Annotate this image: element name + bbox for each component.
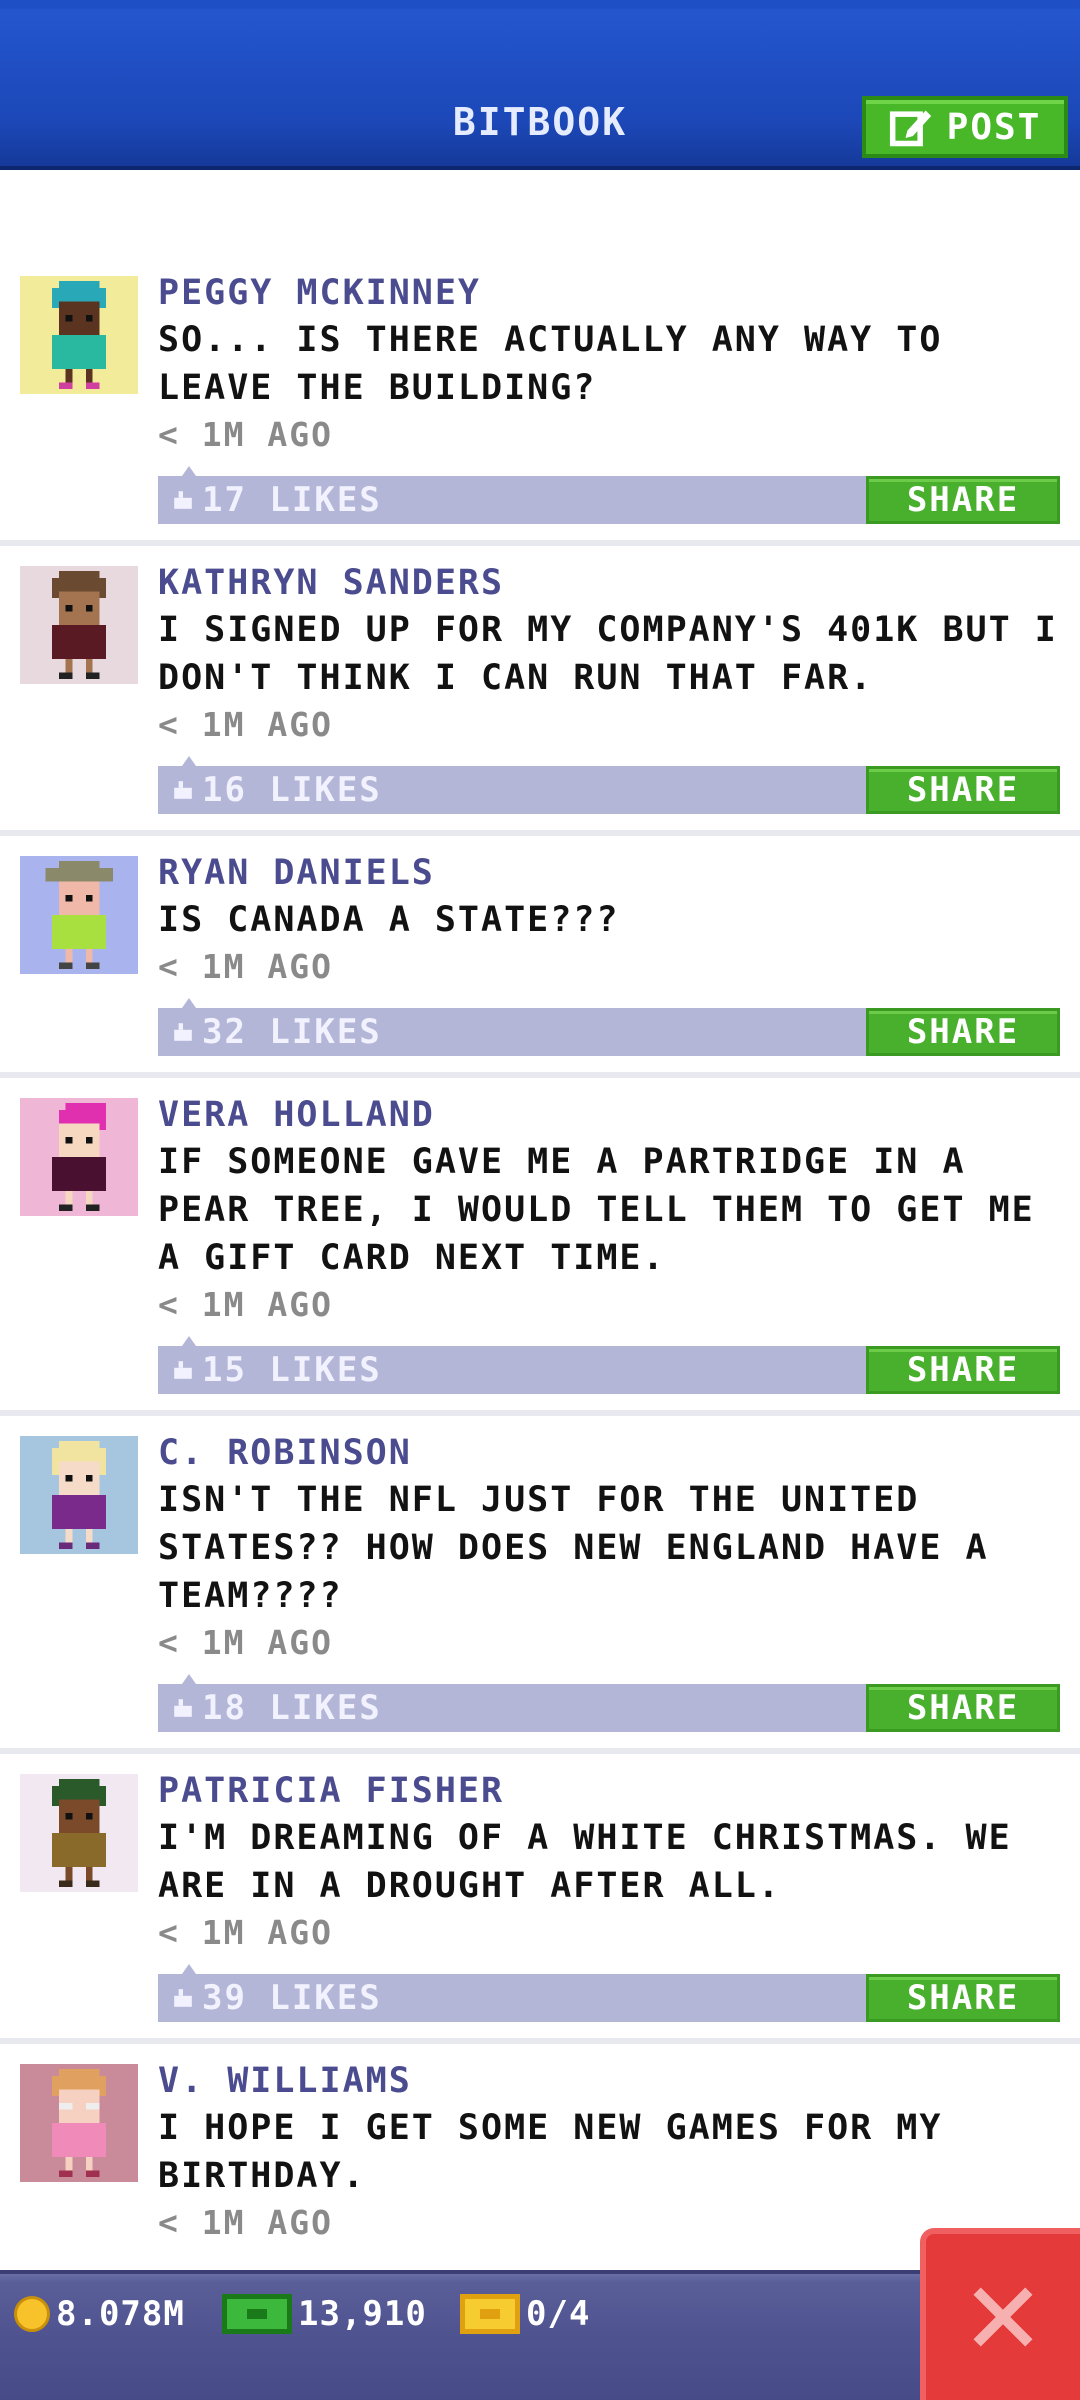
likes-count-wrap: 18 LIKES xyxy=(172,1688,382,1728)
post-content: PATRICIA FISHER I'M DREAMING OF A WHITE … xyxy=(158,1754,1080,2022)
status-bar: 8.078M 13,910 0/4 xyxy=(0,2270,1080,2400)
like-bar[interactable]: 39 LIKES SHARE xyxy=(158,1974,1060,2022)
post-time: < 1M AGO xyxy=(158,1623,333,1662)
share-button[interactable]: SHARE xyxy=(866,1346,1060,1394)
avatar xyxy=(20,856,138,974)
like-bar[interactable]: 16 LIKES SHARE xyxy=(158,766,1060,814)
post-content: RYAN DANIELS IS CANADA A STATE??? < 1M A… xyxy=(158,836,1080,1056)
post-author[interactable]: C. ROBINSON xyxy=(158,1430,1068,1476)
coin-icon xyxy=(14,2296,50,2332)
likes-count: 16 LIKES xyxy=(202,770,382,810)
like-bar[interactable]: 17 LIKES SHARE xyxy=(158,476,1060,524)
likes-count-wrap: 17 LIKES xyxy=(172,480,382,520)
post-author[interactable]: PEGGY MCKINNEY xyxy=(158,270,1068,316)
share-button[interactable]: SHARE xyxy=(866,766,1060,814)
like-bar[interactable]: 32 LIKES SHARE xyxy=(158,1008,1060,1056)
like-bar[interactable]: 18 LIKES SHARE xyxy=(158,1684,1060,1732)
post-time: < 1M AGO xyxy=(158,947,333,986)
like-bar[interactable]: 15 LIKES SHARE xyxy=(158,1346,1060,1394)
post-message: IS CANADA A STATE??? xyxy=(158,900,620,940)
post-author[interactable]: V. WILLIAMS xyxy=(158,2058,1068,2104)
likes-count: 15 LIKES xyxy=(202,1350,382,1390)
likes-count: 17 LIKES xyxy=(202,480,382,520)
close-button[interactable] xyxy=(920,2228,1080,2400)
thumbs-up-icon xyxy=(174,781,192,799)
feed: PEGGY MCKINNEY SO... IS THERE ACTUALLY A… xyxy=(0,256,1080,2246)
post-message: ISN'T THE NFL JUST FOR THE UNITED STATES… xyxy=(158,1480,989,1616)
likes-count-wrap: 16 LIKES xyxy=(172,770,382,810)
avatar xyxy=(20,2064,138,2182)
coins-value: 8.078M xyxy=(56,2294,185,2334)
feed-post: V. WILLIAMS I HOPE I GET SOME NEW GAMES … xyxy=(0,2044,1080,2246)
share-button[interactable]: SHARE xyxy=(866,1684,1060,1732)
post-message: I SIGNED UP FOR MY COMPANY'S 401K BUT I … xyxy=(158,610,1058,698)
likes-count: 32 LIKES xyxy=(202,1012,382,1052)
post-content: V. WILLIAMS I HOPE I GET SOME NEW GAMES … xyxy=(158,2044,1080,2246)
post-author[interactable]: KATHRYN SANDERS xyxy=(158,560,1068,606)
edit-icon xyxy=(889,110,931,147)
ticket-icon xyxy=(460,2294,520,2334)
likes-count-wrap: 32 LIKES xyxy=(172,1012,382,1052)
post-message: I'M DREAMING OF A WHITE CHRISTMAS. WE AR… xyxy=(158,1818,1012,1906)
bux-value: 13,910 xyxy=(298,2294,427,2334)
app-header: BITBOOK POST xyxy=(0,0,1080,170)
avatar xyxy=(20,276,138,394)
post-message: I HOPE I GET SOME NEW GAMES FOR MY BIRTH… xyxy=(158,2108,943,2196)
avatar xyxy=(20,566,138,684)
post-message: SO... IS THERE ACTUALLY ANY WAY TO LEAVE… xyxy=(158,320,943,408)
post-time: < 1M AGO xyxy=(158,1913,333,1952)
post-author[interactable]: PATRICIA FISHER xyxy=(158,1768,1068,1814)
close-icon xyxy=(973,2287,1033,2347)
post-content: PEGGY MCKINNEY SO... IS THERE ACTUALLY A… xyxy=(158,256,1080,524)
bux-cash-icon xyxy=(222,2294,292,2334)
tickets-value: 0/4 xyxy=(526,2294,591,2334)
coins-stat: 8.078M xyxy=(14,2294,185,2334)
post-time: < 1M AGO xyxy=(158,705,333,744)
post-author[interactable]: RYAN DANIELS xyxy=(158,850,1068,896)
post-button-label: POST xyxy=(946,106,1042,148)
likes-count-wrap: 15 LIKES xyxy=(172,1350,382,1390)
feed-post: KATHRYN SANDERS I SIGNED UP FOR MY COMPA… xyxy=(0,546,1080,836)
feed-post: C. ROBINSON ISN'T THE NFL JUST FOR THE U… xyxy=(0,1416,1080,1754)
likes-count: 18 LIKES xyxy=(202,1688,382,1728)
post-message: IF SOMEONE GAVE ME A PARTRIDGE IN A PEAR… xyxy=(158,1142,1035,1278)
avatar xyxy=(20,1436,138,1554)
feed-post: PATRICIA FISHER I'M DREAMING OF A WHITE … xyxy=(0,1754,1080,2044)
post-time: < 1M AGO xyxy=(158,415,333,454)
feed-post: PEGGY MCKINNEY SO... IS THERE ACTUALLY A… xyxy=(0,256,1080,546)
thumbs-up-icon xyxy=(174,491,192,509)
likes-count: 39 LIKES xyxy=(202,1978,382,2018)
post-time: < 1M AGO xyxy=(158,1285,333,1324)
thumbs-up-icon xyxy=(174,1989,192,2007)
tickets-stat[interactable]: 0/4 xyxy=(460,2294,590,2334)
avatar xyxy=(20,1098,138,1216)
post-content: VERA HOLLAND IF SOMEONE GAVE ME A PARTRI… xyxy=(158,1078,1080,1394)
post-button[interactable]: POST xyxy=(862,96,1068,158)
bux-stat[interactable]: 13,910 xyxy=(222,2294,427,2334)
share-button[interactable]: SHARE xyxy=(866,476,1060,524)
share-button[interactable]: SHARE xyxy=(866,1008,1060,1056)
feed-post: RYAN DANIELS IS CANADA A STATE??? < 1M A… xyxy=(0,836,1080,1078)
thumbs-up-icon xyxy=(174,1023,192,1041)
share-button[interactable]: SHARE xyxy=(866,1974,1060,2022)
post-content: C. ROBINSON ISN'T THE NFL JUST FOR THE U… xyxy=(158,1416,1080,1732)
feed-post: VERA HOLLAND IF SOMEONE GAVE ME A PARTRI… xyxy=(0,1078,1080,1416)
avatar xyxy=(20,1774,138,1892)
thumbs-up-icon xyxy=(174,1361,192,1379)
thumbs-up-icon xyxy=(174,1699,192,1717)
post-author[interactable]: VERA HOLLAND xyxy=(158,1092,1068,1138)
post-content: KATHRYN SANDERS I SIGNED UP FOR MY COMPA… xyxy=(158,546,1080,814)
likes-count-wrap: 39 LIKES xyxy=(172,1978,382,2018)
